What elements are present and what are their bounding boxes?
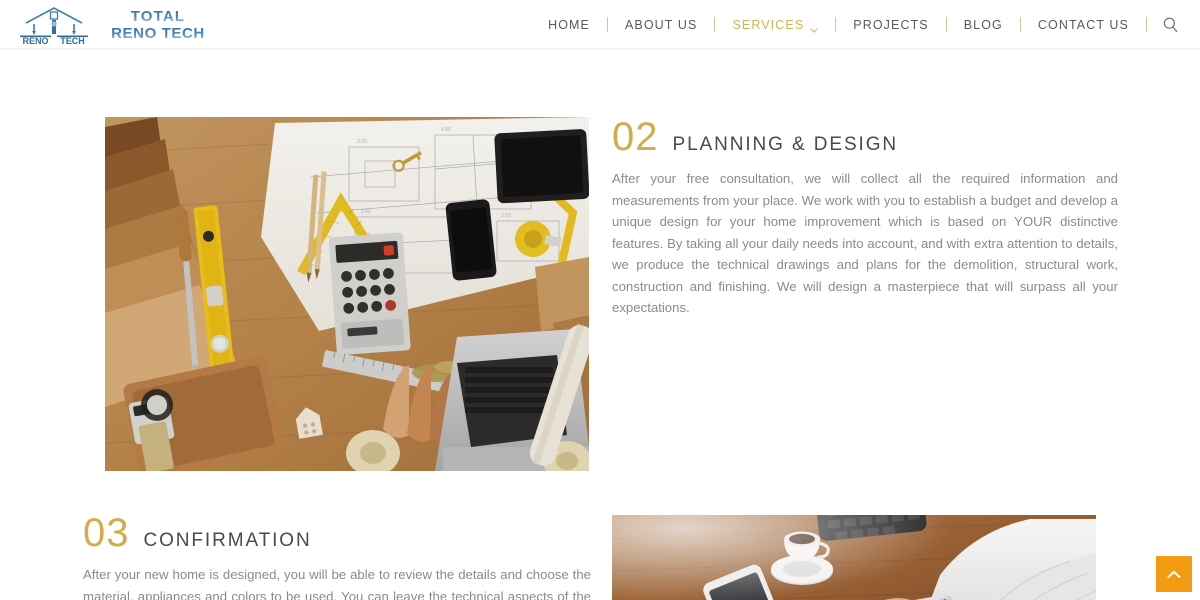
nav-item-projects[interactable]: PROJECTS [836, 18, 945, 32]
wordmark-line1: TOTAL [131, 8, 186, 25]
nav-label: HOME [548, 17, 590, 32]
search-icon[interactable] [1147, 17, 1192, 33]
logo-right-text: TECH [60, 36, 85, 45]
nav-label: BLOG [963, 17, 1003, 32]
step-title: PLANNING & DESIGN [672, 134, 899, 155]
scroll-to-top-button[interactable] [1156, 556, 1192, 592]
nav-label: PROJECTS [853, 17, 929, 32]
step-03-image [612, 515, 1096, 600]
chevron-down-icon [810, 22, 819, 33]
logo-left-text: RENO [22, 36, 48, 45]
step-03-text-block: 03 CONFIRMATION After your new home is d… [83, 513, 591, 600]
nav-label: SERVICES [732, 17, 805, 32]
nav-item-blog[interactable]: BLOG [947, 18, 1020, 32]
step-02-heading: 02 PLANNING & DESIGN [612, 117, 1118, 158]
brand-wordmark: TOTAL RENO TECH [104, 5, 212, 43]
step-number: 02 [612, 115, 659, 159]
chevron-up-icon [1167, 567, 1181, 582]
step-03-heading: 03 CONFIRMATION [83, 513, 591, 554]
nav-label: CONTACT US [1037, 17, 1129, 32]
wordmark-line2: RENO TECH [111, 25, 205, 42]
step-body-text: After your free consultation, we will co… [612, 171, 1118, 315]
site-header: RENO TECH TOTAL RENO TECH HOME ABOUT US … [0, 0, 1200, 49]
step-number: 03 [83, 511, 130, 555]
nav-item-contact-us[interactable]: CONTACT US [1021, 18, 1146, 32]
nav-item-services[interactable]: SERVICES [715, 17, 835, 33]
step-title: CONFIRMATION [143, 530, 312, 551]
step-body-text: After your new home is designed, you wil… [83, 567, 591, 600]
brand-logo-link[interactable]: RENO TECH TOTAL RENO TECH [14, 3, 212, 45]
main-navigation: HOME ABOUT US SERVICES PROJECTS BLOG CON… [531, 0, 1192, 49]
nav-item-home[interactable]: HOME [531, 18, 607, 32]
step-02-text-block: 02 PLANNING & DESIGN After your free con… [612, 117, 1118, 319]
page-content: 3.20 4.80 2.10 3.60 02 PLANNING & DESIGN… [0, 49, 1200, 600]
nav-label: ABOUT US [624, 17, 698, 32]
house-logo-icon: RENO TECH [14, 3, 94, 45]
step-02-image: 3.20 4.80 2.10 3.60 [105, 117, 589, 471]
nav-item-about-us[interactable]: ABOUT US [608, 18, 714, 32]
